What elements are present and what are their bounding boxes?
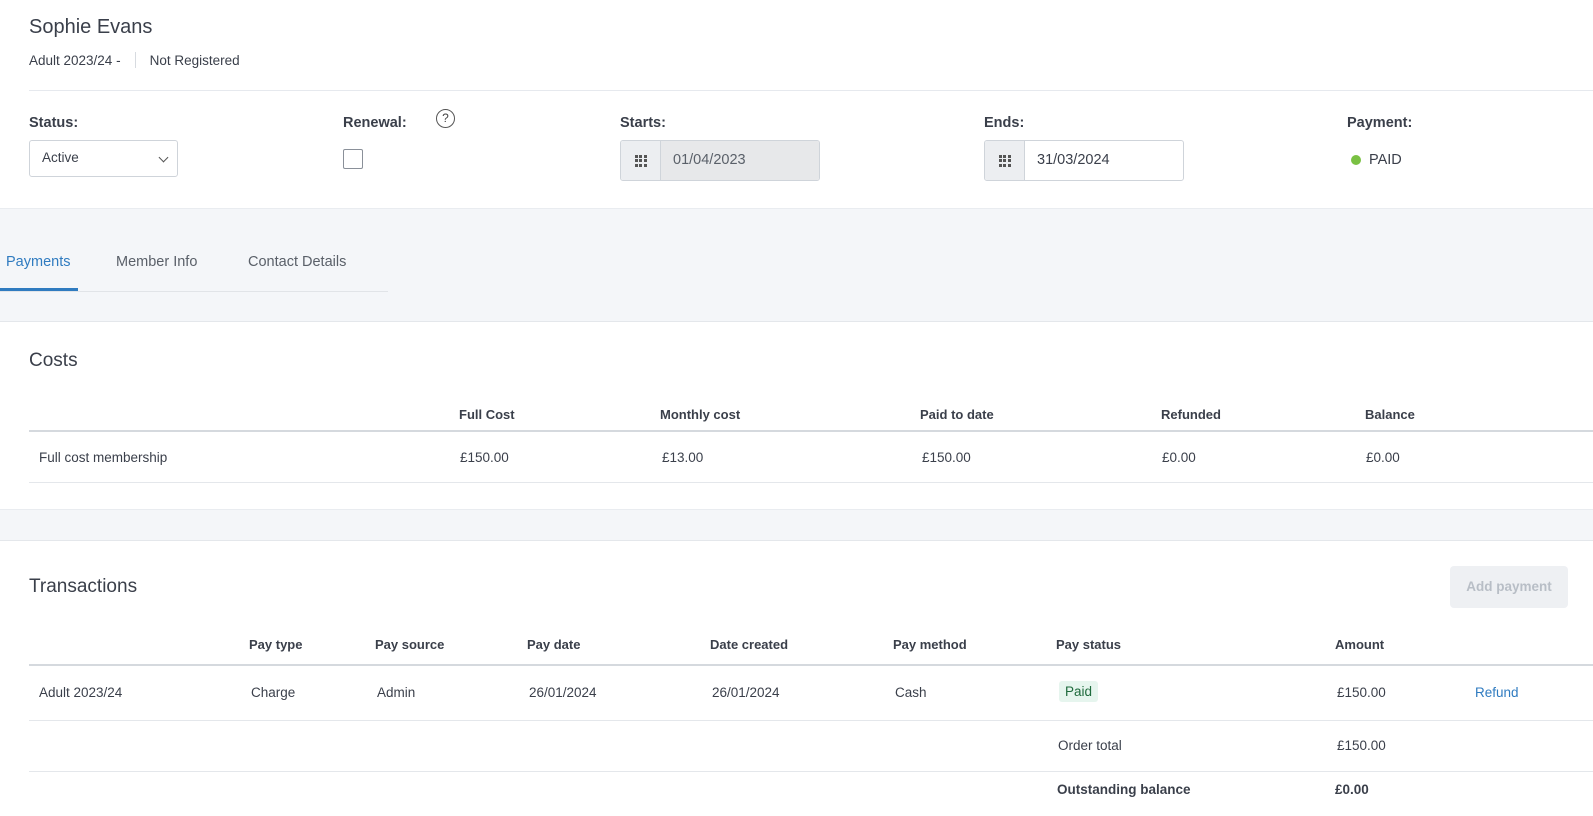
trans-header-pay-date: Pay date <box>527 637 581 652</box>
payment-status-value: PAID <box>1369 152 1402 168</box>
renewal-label: Renewal: <box>343 115 407 131</box>
cost-full: £150.00 <box>460 450 509 465</box>
refund-link[interactable]: Refund <box>1475 685 1519 700</box>
member-name: Sophie Evans <box>29 16 153 38</box>
status-badge: Paid <box>1059 681 1099 702</box>
trans-header-pay-status: Pay status <box>1056 637 1122 652</box>
trans-row-divider <box>29 720 1593 721</box>
starts-label: Starts: <box>620 115 666 131</box>
member-meta: Adult 2023/24 - Not Registered <box>29 52 240 68</box>
trans-header-amount: Amount <box>1335 637 1385 652</box>
cost-paid-to-date: £150.00 <box>922 450 971 465</box>
costs-header-refunded: Refunded <box>1161 407 1221 422</box>
cost-balance: £0.00 <box>1366 450 1400 465</box>
status-dot-icon <box>1351 155 1361 165</box>
costs-row-divider <box>29 482 1593 483</box>
payment-status: PAID <box>1351 152 1402 168</box>
status-label: Status: <box>29 115 79 131</box>
trans-header-pay-method: Pay method <box>893 637 967 652</box>
trans-date-created: 26/01/2024 <box>712 685 780 700</box>
tab-payments[interactable]: Payments <box>6 254 70 270</box>
starts-date-value: 01/04/2023 <box>661 141 819 180</box>
help-icon[interactable]: ? <box>436 109 455 128</box>
starts-date-field: 01/04/2023 <box>620 140 820 181</box>
costs-header-paid-to-date: Paid to date <box>920 407 994 422</box>
section-spacer <box>0 509 1593 541</box>
tab-member-info[interactable]: Member Info <box>116 254 197 270</box>
ends-label: Ends: <box>984 115 1025 131</box>
calendar-icon <box>621 141 661 180</box>
membership-label: Adult 2023/24 - <box>29 52 121 68</box>
summary-divider <box>29 90 1593 91</box>
costs-header-divider <box>29 430 1593 432</box>
payment-label: Payment: <box>1347 115 1413 131</box>
chevron-down-icon <box>158 152 169 163</box>
costs-title: Costs <box>29 350 78 371</box>
order-total-divider <box>29 771 1593 772</box>
trans-header-divider <box>29 664 1593 666</box>
ends-date-field[interactable]: 31/03/2024 <box>984 140 1184 181</box>
trans-amount: £150.00 <box>1337 685 1386 700</box>
transactions-title: Transactions <box>29 576 138 597</box>
outstanding-balance-value: £0.00 <box>1335 782 1369 797</box>
outstanding-balance-label: Outstanding balance <box>1057 782 1191 797</box>
order-total-value: £150.00 <box>1337 738 1386 753</box>
active-tab-indicator <box>0 288 78 291</box>
costs-header-full-cost: Full Cost <box>459 407 515 422</box>
cost-refunded: £0.00 <box>1162 450 1196 465</box>
registration-label: Not Registered <box>149 52 240 68</box>
trans-header-date-created: Date created <box>710 637 789 652</box>
trans-pay-type: Charge <box>251 685 296 700</box>
trans-pay-source: Admin <box>377 685 416 700</box>
costs-header-balance: Balance <box>1365 407 1415 422</box>
costs-header-monthly-cost: Monthly cost <box>660 407 741 422</box>
ends-date-value[interactable]: 31/03/2024 <box>1025 141 1183 180</box>
renewal-checkbox[interactable] <box>343 149 363 169</box>
meta-divider <box>134 52 136 68</box>
member-summary: Sophie Evans Adult 2023/24 - Not Registe… <box>0 0 1593 208</box>
status-value: Active <box>42 150 79 165</box>
trans-name: Adult 2023/24 <box>39 685 123 700</box>
add-payment-button[interactable]: Add payment <box>1450 566 1568 608</box>
trans-header-pay-type: Pay type <box>249 637 303 652</box>
trans-pay-date: 26/01/2024 <box>529 685 597 700</box>
trans-header-pay-source: Pay source <box>375 637 445 652</box>
cost-name: Full cost membership <box>39 450 168 465</box>
status-select[interactable]: Active <box>29 140 178 177</box>
trans-pay-method: Cash <box>895 685 927 700</box>
tab-bar: Payments Member Info Contact Details <box>0 244 388 292</box>
order-total-label: Order total <box>1058 738 1122 753</box>
calendar-icon[interactable] <box>985 141 1025 180</box>
tab-contact-details[interactable]: Contact Details <box>248 254 346 270</box>
transactions-section <box>0 541 1593 816</box>
cost-monthly: £13.00 <box>662 450 704 465</box>
